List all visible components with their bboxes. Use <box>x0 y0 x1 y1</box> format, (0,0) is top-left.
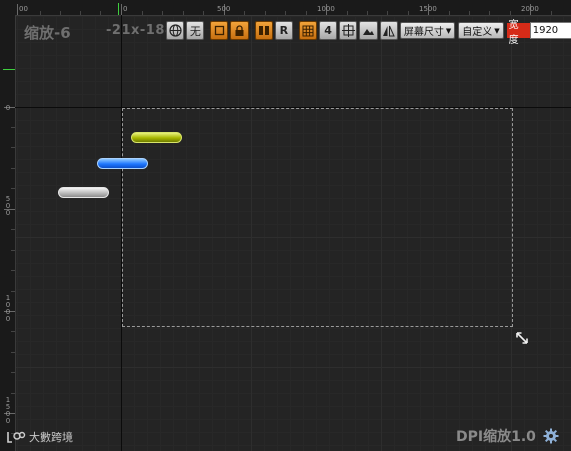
width-input[interactable] <box>529 22 571 39</box>
widget-bar-grey[interactable] <box>58 187 109 198</box>
ruler-label: 0 <box>123 5 128 13</box>
no-mode-button[interactable]: 无 <box>186 21 205 40</box>
anchor-icon[interactable] <box>339 21 358 40</box>
r-mode-button[interactable]: R <box>274 21 293 40</box>
no-mode-label: 无 <box>189 24 201 38</box>
cursor-position-marker <box>118 3 119 15</box>
brand-name: 大數跨境 <box>29 431 73 444</box>
ruler-label: 1000 <box>317 5 335 13</box>
columns-icon[interactable] <box>254 21 273 40</box>
ruler-label: 1500 <box>419 5 437 13</box>
widget-bar-yellow[interactable] <box>131 132 182 143</box>
designer-toolbar: 无 R 4 屏幕尺寸 ▼ 自定义 ▼ 宽度 1920 <box>166 20 571 46</box>
image-icon[interactable] <box>359 21 378 40</box>
r-mode-label: R <box>279 24 289 37</box>
brand-logo-icon <box>7 431 26 443</box>
cursor-position-marker <box>3 69 15 70</box>
screen-size-dropdown[interactable]: 屏幕尺寸 ▼ <box>399 22 456 39</box>
lock-icon[interactable] <box>230 21 249 40</box>
resize-diagonal-icon[interactable] <box>514 330 530 346</box>
horizontal-ruler: 00 0 500 1000 1500 2000 <box>0 0 571 16</box>
vertical-ruler: 0 500 1000 1500 <box>0 15 16 451</box>
snap-value-label: 4 <box>324 24 332 37</box>
custom-size-dropdown[interactable]: 自定义 ▼ <box>458 22 504 39</box>
ruler-tick <box>121 4 122 15</box>
grid-icon[interactable] <box>298 21 317 40</box>
ruler-label: 1500 <box>5 396 11 425</box>
ruler-label: 1000 <box>5 294 11 323</box>
custom-size-label: 自定义 <box>462 27 493 38</box>
widget-bar-blue[interactable] <box>97 158 148 169</box>
snap-value-button[interactable]: 4 <box>318 21 338 40</box>
ruler-label: 0 <box>5 104 11 112</box>
cursor-coordinates-label: -21x-188 <box>106 23 175 38</box>
ruler-label: 2000 <box>521 5 539 13</box>
dpi-scale-label: DPI缩放1.0 <box>456 429 536 445</box>
ruler-label: 500 <box>217 5 231 13</box>
ruler-label: 500 <box>5 195 11 217</box>
mirror-icon[interactable] <box>379 21 398 40</box>
gear-icon[interactable] <box>543 428 559 444</box>
ruler-label: 00 <box>19 5 28 13</box>
ruler-tick <box>17 4 18 15</box>
globe-icon[interactable] <box>166 21 185 40</box>
canvas-viewport[interactable]: 00 0 500 1000 1500 2000 0 500 1000 1500 <box>0 0 571 451</box>
zoom-level-label: 缩放-6 <box>24 24 71 42</box>
chevron-down-icon: ▼ <box>494 26 500 35</box>
width-label: 宽度 <box>506 20 530 46</box>
brand-watermark: 大數跨境 <box>6 429 73 445</box>
chevron-down-icon: ▼ <box>445 26 452 35</box>
screen-size-label: 屏幕尺寸 <box>403 27 444 38</box>
square-outline-icon[interactable] <box>210 21 229 40</box>
